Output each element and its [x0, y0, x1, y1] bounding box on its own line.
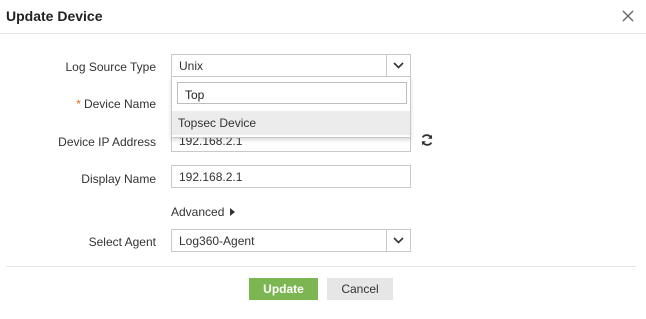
log-source-type-label: Log Source Type — [65, 60, 156, 74]
footer-divider — [6, 266, 636, 267]
select-agent-value: Log360-Agent — [179, 234, 255, 248]
refresh-icon[interactable] — [420, 133, 434, 147]
log-source-type-select[interactable]: Unix — [171, 54, 411, 77]
chevron-down-icon[interactable] — [386, 230, 410, 251]
chevron-down-icon[interactable] — [386, 55, 410, 76]
close-icon[interactable] — [622, 10, 634, 22]
device-name-label-text: Device Name — [83, 97, 156, 111]
dialog-title: Update Device — [6, 8, 103, 24]
advanced-toggle[interactable]: Advanced — [171, 205, 236, 219]
cancel-button[interactable]: Cancel — [327, 278, 393, 300]
caret-right-icon — [230, 208, 236, 216]
select-agent-select[interactable]: Log360-Agent — [171, 229, 411, 252]
device-ip-label: Device IP Address — [58, 135, 156, 149]
advanced-label: Advanced — [171, 205, 225, 219]
display-name-input[interactable]: 192.168.2.1 — [171, 165, 411, 188]
update-button[interactable]: Update — [249, 278, 318, 300]
dropdown-search-input[interactable] — [177, 82, 407, 104]
required-marker: * — [76, 97, 81, 111]
device-name-label: * Device Name — [76, 97, 156, 111]
log-source-type-value: Unix — [179, 59, 204, 73]
dialog-header: Update Device — [0, 0, 646, 34]
select-agent-label: Select Agent — [88, 235, 156, 249]
display-name-label: Display Name — [81, 172, 156, 186]
display-name-value: 192.168.2.1 — [179, 170, 243, 184]
log-source-type-dropdown: Topsec Device — [171, 77, 411, 138]
dropdown-option[interactable]: Topsec Device — [172, 111, 410, 135]
